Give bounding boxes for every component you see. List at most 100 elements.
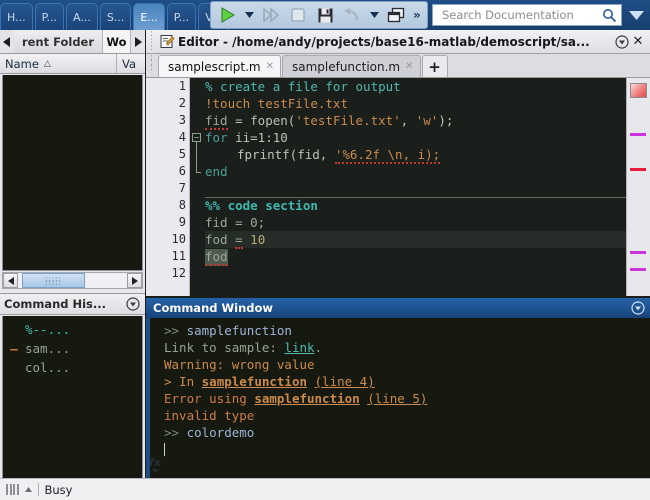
code-token-operator: = bbox=[235, 232, 243, 249]
code-line[interactable] bbox=[205, 180, 626, 197]
editor-new-tab-button[interactable]: + bbox=[421, 55, 448, 77]
line-number-gutter: 1 2- 3- 4- 5 6- 7 8 9- 10- 11- 12 bbox=[146, 78, 197, 296]
code-token-string: 'w' bbox=[415, 113, 439, 128]
rail-marker[interactable] bbox=[630, 133, 646, 136]
editor-marker-rail[interactable] bbox=[626, 78, 650, 296]
command-window-output[interactable]: >> samplefunction Link to sample: link. … bbox=[146, 318, 650, 478]
search-icon[interactable] bbox=[602, 8, 617, 23]
command-window-collapse-button[interactable] bbox=[630, 300, 646, 316]
caret-up-icon[interactable] bbox=[24, 487, 32, 492]
ribbon-tab-shortcuts[interactable]: S... bbox=[99, 3, 132, 30]
column-header-name[interactable]: Name △ bbox=[0, 54, 117, 73]
command-history-collapse-button[interactable] bbox=[125, 296, 141, 312]
function-browser-button[interactable]: fx bbox=[147, 454, 163, 474]
code-line[interactable] bbox=[205, 265, 626, 282]
save-button[interactable] bbox=[313, 3, 337, 27]
column-header-value[interactable]: Va bbox=[117, 54, 145, 73]
editor-tab-samplescript[interactable]: samplescript.m ✕ bbox=[158, 55, 281, 77]
fx-label: fx bbox=[149, 455, 161, 469]
console-function-link[interactable]: samplefunction bbox=[254, 391, 359, 406]
code-line-current[interactable]: fod = 10 bbox=[205, 231, 626, 249]
console-line-link[interactable]: (line 4) bbox=[315, 374, 375, 389]
console-function-link[interactable]: samplefunction bbox=[202, 374, 307, 389]
chevron-down-circle-icon bbox=[126, 297, 140, 311]
fold-toggle-icon[interactable]: − bbox=[192, 133, 201, 142]
code-line[interactable]: !touch testFile.txt bbox=[205, 95, 626, 112]
chevron-down-circle-icon bbox=[631, 301, 645, 315]
run-advance-button[interactable] bbox=[259, 3, 283, 27]
undo-dropdown-button[interactable] bbox=[367, 3, 381, 27]
ribbon-tab-plots[interactable]: P... bbox=[34, 3, 64, 30]
rail-marker[interactable] bbox=[630, 251, 646, 254]
code-folding-column[interactable]: − bbox=[190, 78, 205, 296]
code-token-shell: !touch testFile.txt bbox=[205, 96, 348, 111]
left-tabs-prev-button[interactable] bbox=[0, 30, 14, 53]
scroll-left-button[interactable] bbox=[3, 273, 18, 288]
ribbon-tab-publish[interactable]: P... bbox=[166, 3, 197, 30]
search-documentation-box[interactable] bbox=[432, 4, 622, 26]
console-line: Link to sample: link. bbox=[150, 339, 650, 356]
scroll-right-button[interactable] bbox=[127, 273, 142, 288]
editor-tab-samplefunction[interactable]: samplefunction.m ✕ bbox=[281, 55, 421, 77]
panel-drag-grip-icon[interactable]: ::: bbox=[150, 30, 158, 53]
history-item[interactable]: — sam... bbox=[3, 339, 142, 358]
rail-marker[interactable] bbox=[630, 268, 646, 271]
editor-minimize-button[interactable] bbox=[614, 34, 630, 50]
code-line[interactable]: for ii=1:10 bbox=[205, 129, 626, 146]
history-item-text: %--... bbox=[25, 322, 71, 337]
scroll-thumb[interactable]: :::::::::: bbox=[22, 273, 85, 288]
rail-marker[interactable] bbox=[630, 168, 646, 171]
editor-tab-close-icon[interactable]: ✕ bbox=[266, 61, 274, 72]
code-line[interactable]: %% code section bbox=[205, 197, 626, 214]
code-analyzer-status-indicator[interactable] bbox=[630, 83, 647, 98]
scroll-track[interactable]: :::::::::: bbox=[18, 273, 127, 288]
left-tab-workspace[interactable]: Wo bbox=[103, 30, 131, 53]
command-history-list[interactable]: %--... — sam... col... bbox=[2, 316, 143, 491]
code-line[interactable]: fid = 0; bbox=[205, 214, 626, 231]
ribbon-tab-home[interactable]: H... bbox=[0, 3, 33, 30]
workspace-list[interactable] bbox=[2, 75, 143, 271]
console-input-line[interactable] bbox=[150, 441, 650, 458]
history-item[interactable]: %--... bbox=[3, 320, 142, 339]
editor-close-button[interactable]: ✕ bbox=[630, 34, 646, 50]
run-dropdown-button[interactable] bbox=[242, 3, 256, 27]
console-hyperlink[interactable]: link bbox=[284, 340, 314, 355]
code-line[interactable]: fid = fopen('testFile.txt', 'w'); bbox=[205, 112, 626, 130]
layout-button[interactable] bbox=[384, 3, 408, 27]
ribbon-tab-label: P... bbox=[41, 10, 57, 24]
caret-down-icon bbox=[151, 468, 159, 473]
code-text[interactable]: % create a file for output !touch testFi… bbox=[205, 78, 626, 296]
ribbon-expand-button[interactable] bbox=[626, 5, 646, 25]
tabstrip-grip-icon[interactable]: ::: bbox=[150, 54, 158, 75]
code-line[interactable]: fod bbox=[205, 248, 626, 266]
code-token-keyword: for bbox=[205, 130, 228, 145]
left-panel-tabstrip: rent Folder Wo bbox=[0, 30, 145, 54]
search-input[interactable] bbox=[440, 7, 602, 23]
ribbon-tab-apps[interactable]: A... bbox=[66, 3, 98, 30]
code-line[interactable]: % create a file for output bbox=[205, 78, 626, 95]
command-history-header: Command His... bbox=[0, 293, 145, 315]
console-error-text: invalid type bbox=[164, 408, 255, 423]
resize-grip-icon[interactable] bbox=[6, 484, 19, 495]
left-tab-current-folder[interactable]: rent Folder bbox=[14, 30, 103, 53]
toolbar-overflow-button[interactable]: » bbox=[411, 8, 423, 22]
status-bar: Busy bbox=[0, 478, 650, 500]
code-line[interactable]: end bbox=[205, 163, 626, 180]
ribbon-tab-editor[interactable]: E... bbox=[133, 3, 165, 30]
code-line[interactable]: fprintf(fid, '%6.2f \n, i); bbox=[205, 146, 626, 164]
stop-button[interactable] bbox=[286, 3, 310, 27]
left-tabs-next-button[interactable] bbox=[131, 30, 145, 53]
history-item[interactable]: col... bbox=[3, 358, 142, 377]
line-number: 5 bbox=[178, 147, 186, 161]
console-line-error: invalid type bbox=[150, 407, 650, 424]
console-line-trace: > In samplefunction (line 4) bbox=[150, 373, 650, 390]
editor-tab-close-icon[interactable]: ✕ bbox=[405, 61, 413, 72]
run-button[interactable] bbox=[215, 3, 239, 27]
console-line-link[interactable]: (line 5) bbox=[367, 391, 427, 406]
undo-button[interactable] bbox=[340, 3, 364, 27]
workspace-horizontal-scrollbar[interactable]: :::::::::: bbox=[2, 272, 143, 289]
save-icon bbox=[318, 8, 332, 22]
scroll-thumb-grip-icon: :::::::::: bbox=[45, 274, 62, 287]
code-token-punct: ); bbox=[438, 113, 454, 128]
chevron-left-icon bbox=[7, 276, 14, 285]
